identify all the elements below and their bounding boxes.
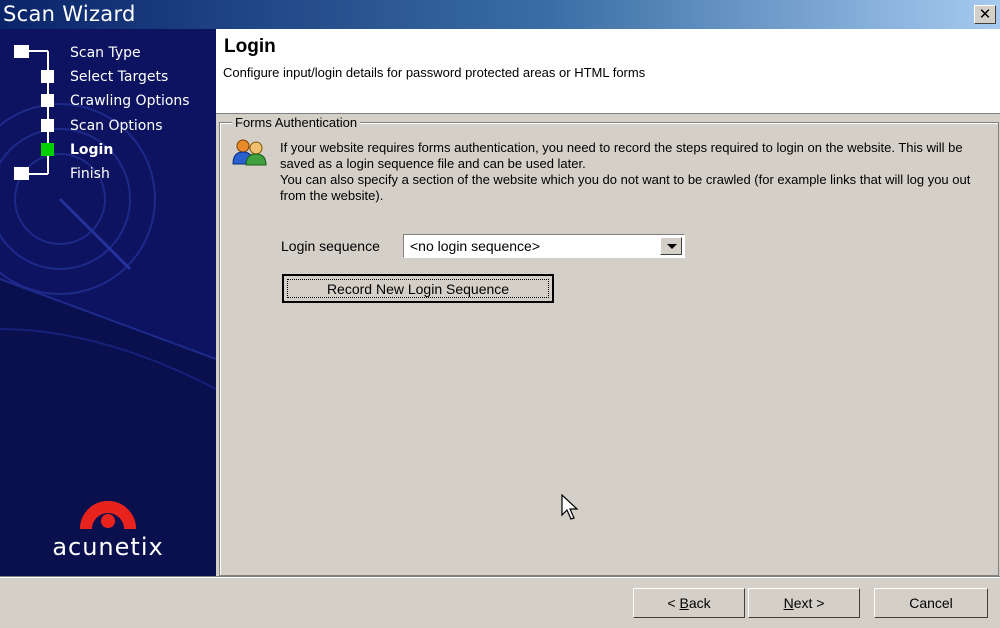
close-icon: ✕: [978, 5, 992, 23]
back-key: B: [679, 595, 689, 611]
page-header: Login Configure input/login details for …: [216, 29, 1000, 114]
step-label: Scan Options: [70, 118, 163, 134]
acunetix-logo-icon: [80, 501, 136, 530]
step-marker: [41, 94, 54, 107]
step-label: Login: [70, 142, 114, 158]
wizard-sidebar: Scan Type Select Targets Crawling Option…: [0, 29, 216, 576]
next-rest: ext >: [793, 595, 825, 611]
step-scan-options: Scan Options: [0, 116, 216, 138]
title-bar: Scan Wizard ✕: [0, 0, 1000, 29]
back-button[interactable]: < Back: [633, 588, 745, 618]
footer-divider: [0, 576, 1000, 578]
step-label: Crawling Options: [70, 93, 190, 109]
step-marker: [41, 70, 54, 83]
step-crawling-options: Crawling Options: [0, 91, 216, 113]
step-marker-active: [41, 143, 54, 156]
back-prefix: <: [667, 595, 680, 611]
record-login-sequence-button[interactable]: Record New Login Sequence: [282, 274, 554, 303]
step-marker: [14, 45, 29, 58]
page-description: Configure input/login details for passwo…: [223, 65, 646, 80]
info-paragraph-1: If your website requires forms authentic…: [280, 140, 963, 171]
step-marker: [14, 167, 29, 180]
mouse-cursor-icon: [561, 494, 579, 520]
cancel-button[interactable]: Cancel: [874, 588, 988, 618]
login-sequence-value: <no login sequence>: [410, 238, 540, 254]
back-rest: ack: [688, 595, 711, 611]
step-login: Login: [0, 140, 216, 162]
step-label: Select Targets: [70, 69, 169, 85]
window-title: Scan Wizard: [3, 2, 136, 26]
info-text: If your website requires forms authentic…: [280, 140, 980, 204]
info-paragraph-2: You can also specify a section of the we…: [280, 172, 971, 203]
next-button[interactable]: Next >: [748, 588, 860, 618]
chevron-down-icon[interactable]: [660, 237, 682, 255]
close-button[interactable]: ✕: [974, 5, 996, 24]
record-button-label: Record New Login Sequence: [287, 279, 549, 298]
next-key: N: [783, 595, 794, 611]
login-sequence-select[interactable]: <no login sequence>: [403, 234, 685, 258]
group-legend: Forms Authentication: [232, 115, 361, 130]
step-marker: [41, 119, 54, 132]
step-label: Finish: [70, 166, 110, 182]
logo-wordmark: acunetix: [52, 533, 164, 561]
step-finish: Finish: [0, 164, 216, 186]
step-scan-type: Scan Type: [0, 43, 216, 65]
step-label: Scan Type: [70, 45, 141, 61]
users-icon: [232, 139, 267, 166]
page-title: Login: [224, 36, 276, 57]
step-select-targets: Select Targets: [0, 67, 216, 89]
login-sequence-label: Login sequence: [281, 238, 380, 254]
